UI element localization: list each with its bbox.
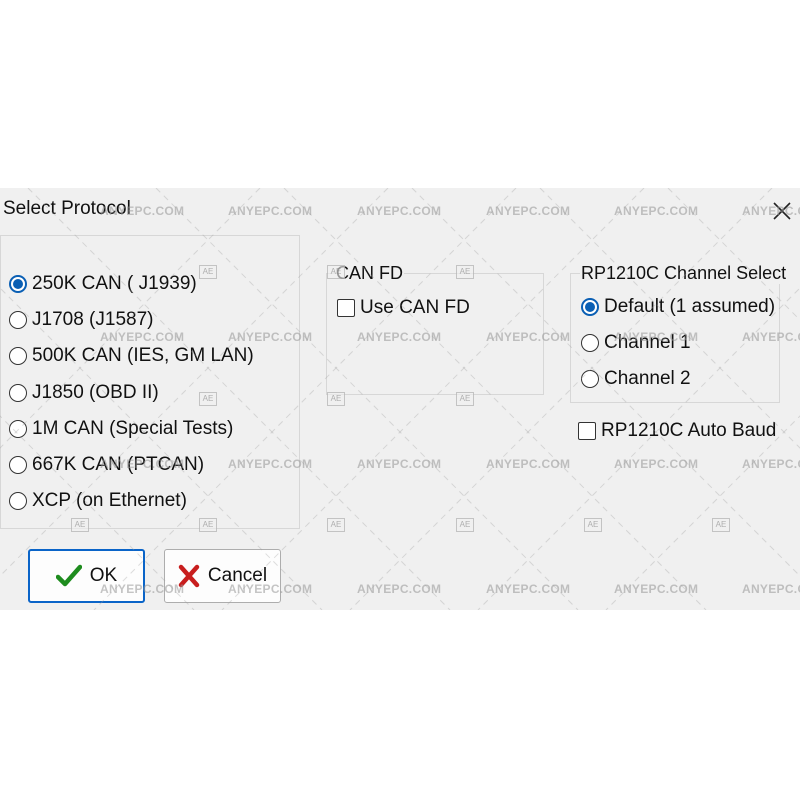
channel-option-2[interactable]: Channel 2: [581, 365, 691, 393]
channel-option-label: Channel 1: [604, 332, 691, 353]
select-protocol-dialog: Select Protocol 250K CAN ( J1939) J1708 …: [0, 188, 800, 610]
radio-button[interactable]: [9, 420, 27, 438]
protocol-option-j1850[interactable]: J1850 (OBD II): [9, 379, 159, 407]
checkbox[interactable]: [337, 299, 355, 317]
protocol-option-label: 500K CAN (IES, GM LAN): [32, 345, 254, 366]
can-fd-group: [326, 273, 544, 395]
protocol-option-label: 667K CAN (PTCAN): [32, 454, 205, 475]
protocol-option-500k-can[interactable]: 500K CAN (IES, GM LAN): [9, 342, 254, 370]
auto-baud-label: RP1210C Auto Baud: [601, 420, 777, 441]
radio-button-selected[interactable]: [581, 298, 599, 316]
close-icon[interactable]: [766, 191, 796, 221]
x-mark-icon: [178, 564, 200, 588]
protocol-option-667k-can[interactable]: 667K CAN (PTCAN): [9, 451, 204, 479]
protocol-option-label: 250K CAN ( J1939): [32, 273, 197, 294]
channel-option-label: Channel 2: [604, 368, 691, 389]
use-can-fd-checkbox[interactable]: Use CAN FD: [337, 294, 470, 322]
protocol-option-label: J1850 (OBD II): [32, 382, 159, 403]
protocol-option-xcp[interactable]: XCP (on Ethernet): [9, 487, 187, 515]
rp1210c-legend: RP1210C Channel Select: [580, 263, 788, 284]
protocol-option-j1708[interactable]: J1708 (J1587): [9, 306, 153, 334]
radio-button[interactable]: [9, 311, 27, 329]
dialog-title: Select Protocol: [3, 198, 131, 219]
channel-option-1[interactable]: Channel 1: [581, 329, 691, 357]
checkmark-icon: [55, 564, 82, 587]
radio-button[interactable]: [581, 334, 599, 352]
radio-button[interactable]: [9, 384, 27, 402]
protocol-option-label: J1708 (J1587): [32, 309, 154, 330]
radio-button[interactable]: [9, 492, 27, 510]
channel-option-default[interactable]: Default (1 assumed): [581, 293, 775, 321]
use-can-fd-label: Use CAN FD: [360, 297, 470, 318]
ok-label: OK: [89, 565, 118, 586]
rp1210c-auto-baud-checkbox[interactable]: RP1210C Auto Baud: [578, 417, 776, 445]
cancel-button[interactable]: Cancel: [164, 549, 281, 603]
radio-button[interactable]: [9, 347, 27, 365]
checkbox[interactable]: [578, 422, 596, 440]
channel-option-label: Default (1 assumed): [604, 296, 776, 317]
radio-button[interactable]: [581, 370, 599, 388]
protocol-option-label: XCP (on Ethernet): [32, 490, 187, 511]
protocol-option-250k-can[interactable]: 250K CAN ( J1939): [9, 270, 197, 298]
ok-button[interactable]: OK: [28, 549, 145, 603]
protocol-option-1m-can[interactable]: 1M CAN (Special Tests): [9, 415, 233, 443]
can-fd-legend: CAN FD: [335, 263, 404, 284]
radio-button-selected[interactable]: [9, 275, 27, 293]
protocol-option-label: 1M CAN (Special Tests): [32, 418, 234, 439]
cancel-label: Cancel: [207, 565, 268, 586]
radio-button[interactable]: [9, 456, 27, 474]
